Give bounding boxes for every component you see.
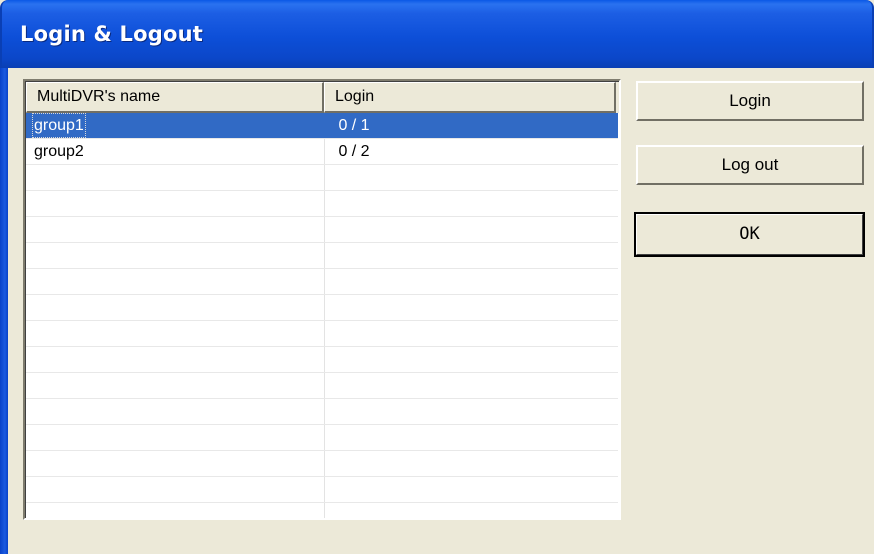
column-header-login[interactable]: Login: [324, 82, 616, 113]
empty-list-row: [26, 243, 618, 269]
logout-button-label: Log out: [721, 155, 779, 174]
empty-list-row: [26, 399, 618, 425]
row-login-status: 0 / 2: [334, 143, 370, 160]
empty-list-row: [26, 321, 618, 347]
empty-list-row: [26, 295, 618, 321]
row-login-status: 0 / 1: [334, 117, 370, 134]
empty-list-row: [26, 451, 618, 477]
ok-button-label: OK: [739, 224, 760, 244]
empty-list-row: [26, 269, 618, 295]
list-row-group2[interactable]: group2 0 / 2: [26, 139, 618, 165]
login-button-label: Login: [729, 91, 771, 110]
window-title: Login & Logout: [20, 22, 203, 46]
list-row-group1[interactable]: group1 0 / 1: [26, 113, 618, 139]
row-name: group2: [34, 143, 84, 160]
empty-list-row: [26, 425, 618, 451]
empty-list-row: [26, 165, 618, 191]
empty-list-row: [26, 217, 618, 243]
list-rows: group1 0 / 1 group2 0 / 2: [26, 113, 619, 503]
empty-list-row: [26, 191, 618, 217]
login-button[interactable]: Login: [636, 81, 864, 121]
list-header: MultiDVR's name Login: [26, 82, 619, 113]
empty-list-row: [26, 373, 618, 399]
multidvr-list[interactable]: MultiDVR's name Login group1 0 / 1 group…: [23, 79, 621, 520]
row-name: group1: [32, 113, 86, 138]
empty-list-row: [26, 477, 618, 503]
window-left-border: [0, 68, 8, 554]
empty-list-row: [26, 347, 618, 373]
list-inner-frame: MultiDVR's name Login group1 0 / 1 group…: [25, 81, 619, 518]
title-bar[interactable]: Login & Logout: [0, 0, 874, 68]
login-logout-dialog: Login & Logout MultiDVR's name Login gro…: [0, 0, 874, 554]
logout-button[interactable]: Log out: [636, 145, 864, 185]
column-header-name[interactable]: MultiDVR's name: [26, 82, 324, 113]
ok-button[interactable]: OK: [634, 212, 865, 257]
